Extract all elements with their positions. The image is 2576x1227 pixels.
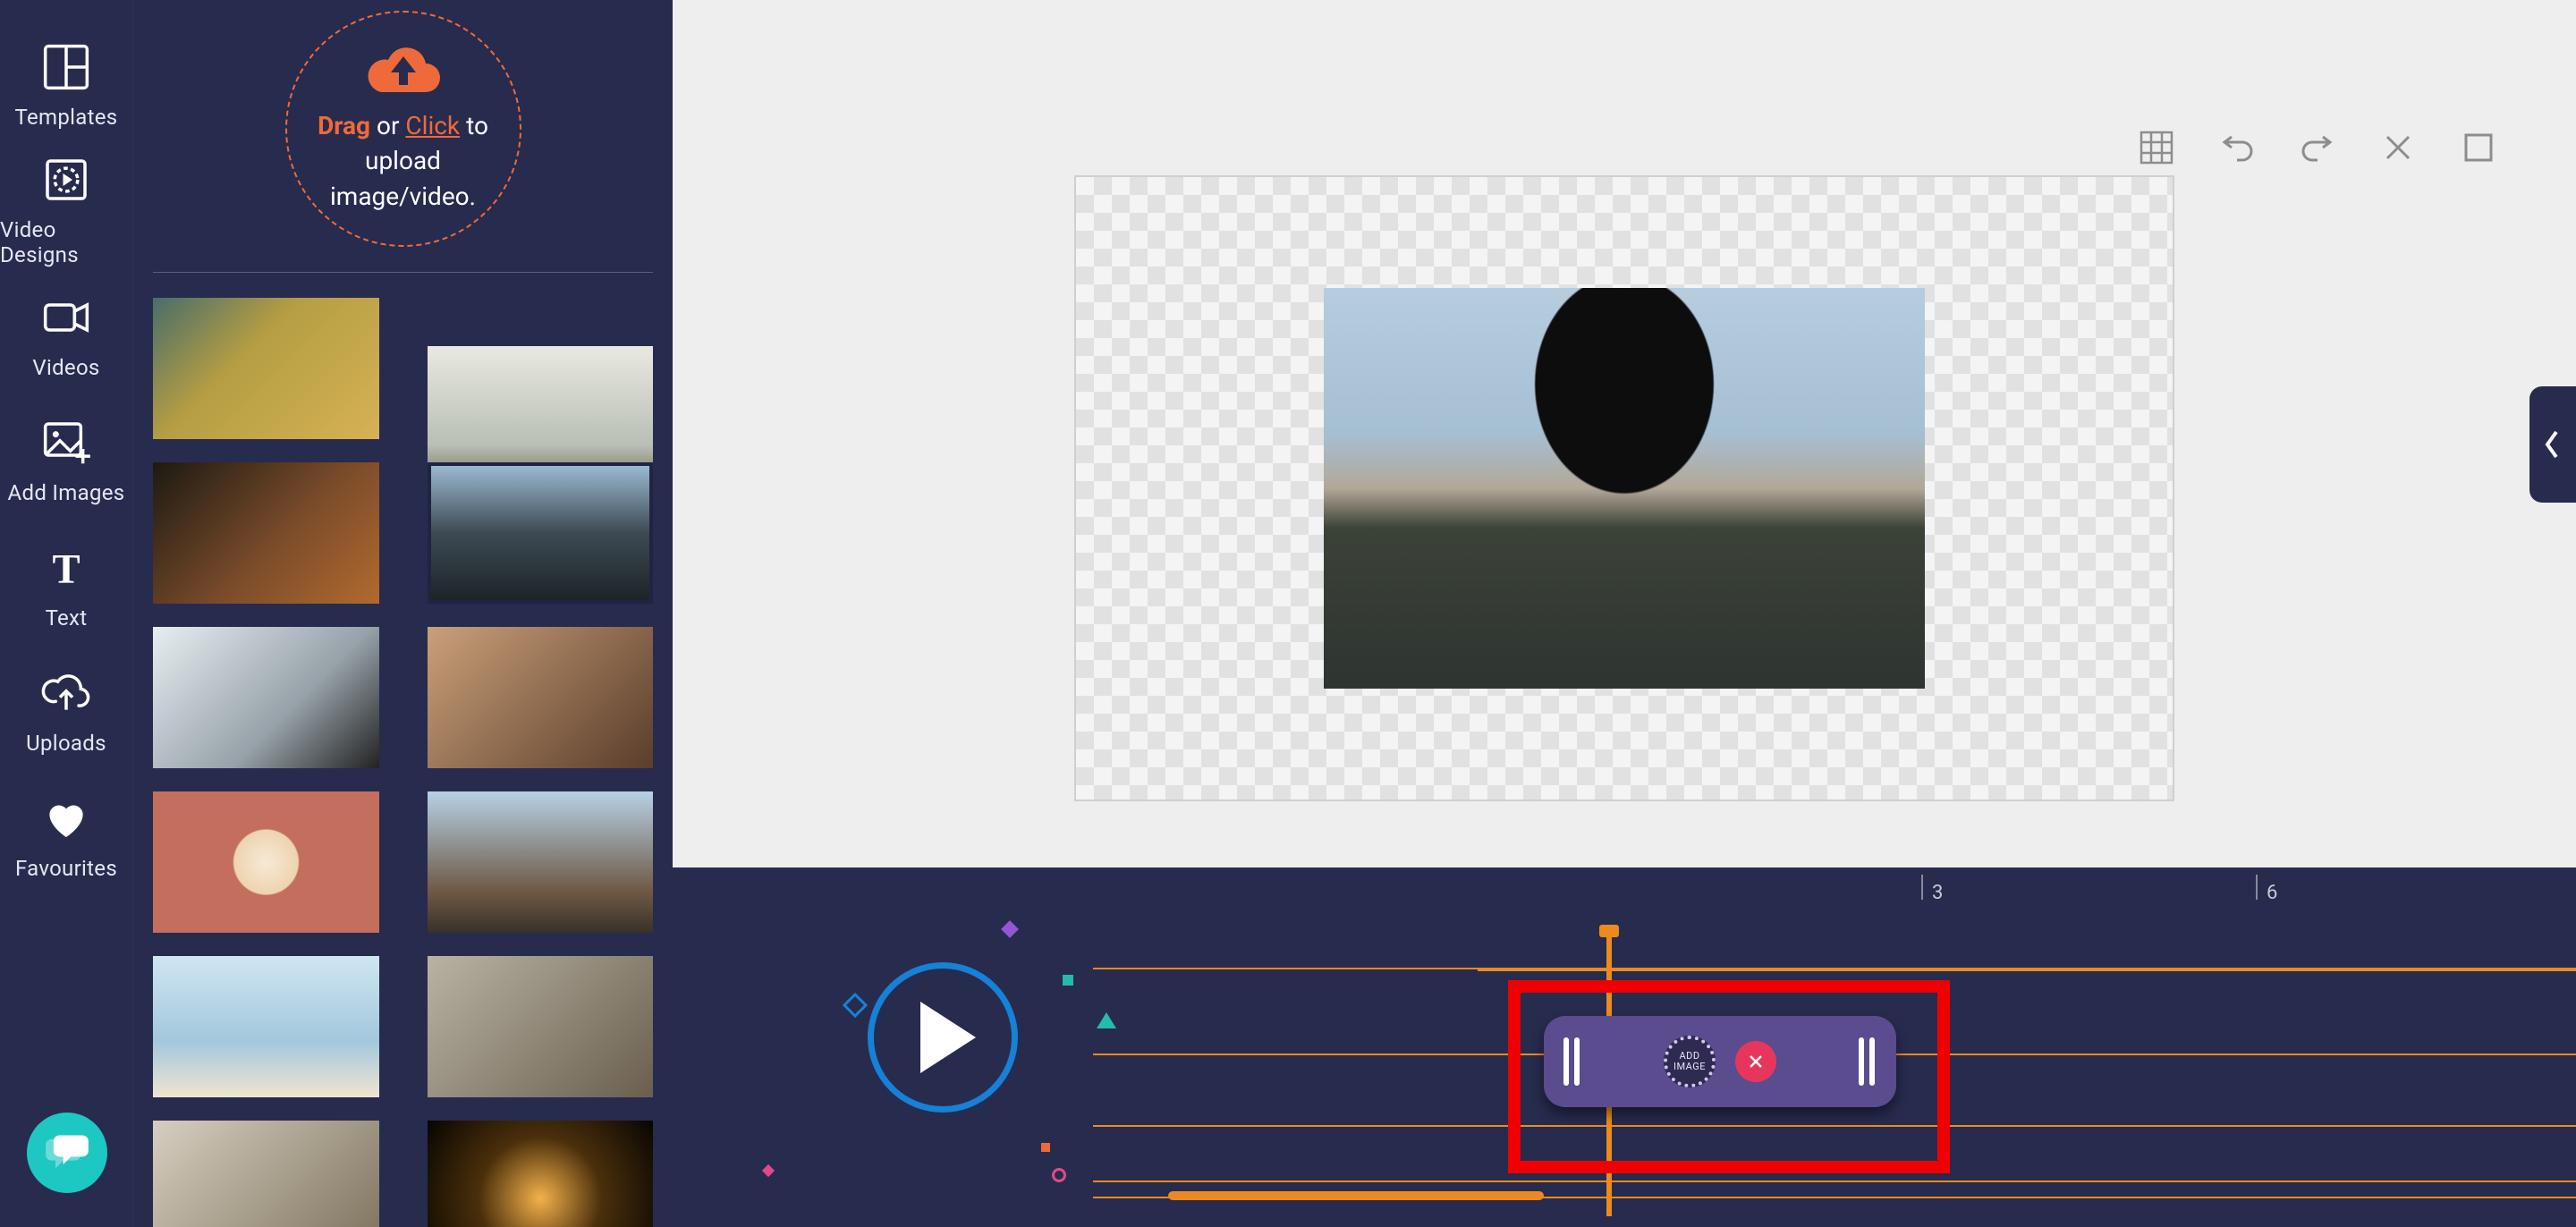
video-icon: [41, 292, 91, 343]
clip-handle-right[interactable]: [1859, 1037, 1877, 1086]
play-button[interactable]: [868, 962, 1018, 1113]
toolstrip-label: Uploads: [26, 731, 106, 756]
toolstrip-label: Videos: [32, 355, 99, 380]
grid-icon: [2139, 130, 2174, 165]
decoration-icon: [762, 1164, 775, 1177]
add-image-icon: [41, 418, 91, 468]
clip-delete-button[interactable]: [1735, 1041, 1776, 1082]
timeline-zone: 3 6 9 12 ADD IMAGE: [673, 867, 2576, 1227]
square-icon: [2461, 130, 2496, 165]
thumbnail[interactable]: [153, 791, 379, 933]
canvas-stage[interactable]: [1074, 175, 2174, 801]
grid-button[interactable]: [2136, 127, 2177, 168]
canvas-zone: [673, 0, 2576, 867]
chevron-left-icon: [2542, 428, 2563, 461]
track-line: [1093, 1180, 2576, 1182]
track-segment[interactable]: [1168, 1191, 1544, 1200]
svg-text:T: T: [52, 546, 80, 592]
redo-icon: [2300, 130, 2335, 165]
toolstrip-item-favourites[interactable]: Favourites: [0, 774, 132, 900]
close-icon: [1747, 1053, 1765, 1070]
decoration-icon: [1001, 920, 1019, 938]
main-area: 3 6 9 12 ADD IMAGE: [673, 0, 2576, 1227]
clip-add-image-button[interactable]: ADD IMAGE: [1664, 1036, 1716, 1087]
upload-dropzone[interactable]: Drag or Click to upload image/video.: [285, 11, 521, 247]
upload-line3: image/video.: [330, 179, 476, 214]
upload-kw-drag: Drag: [318, 111, 370, 140]
redo-button[interactable]: [2297, 127, 2338, 168]
thumbnail[interactable]: [153, 462, 379, 604]
decoration-icon: [1063, 975, 1073, 986]
upload-kw-click: Click: [405, 111, 460, 140]
toolstrip-label: Favourites: [15, 856, 117, 881]
uploads-icon: [41, 668, 91, 718]
cloud-upload-icon: [363, 44, 444, 108]
toolstrip-label: Templates: [15, 105, 118, 130]
ruler-mark: 3: [1932, 882, 1943, 904]
close-button[interactable]: [2377, 127, 2419, 168]
upload-kw-or: or: [377, 111, 399, 140]
thumbnail[interactable]: [153, 1121, 379, 1227]
undo-button[interactable]: [2216, 127, 2258, 168]
toolstrip-item-video-designs[interactable]: Video Designs: [0, 148, 132, 274]
toolstrip-label: Text: [46, 605, 88, 630]
uploads-panel: Drag or Click to upload image/video.: [132, 0, 673, 1227]
clip-handle-left[interactable]: [1563, 1037, 1581, 1086]
decoration-icon: [1041, 1143, 1050, 1152]
timeline-tracks[interactable]: ADD IMAGE: [1093, 927, 2576, 1216]
thumbnail[interactable]: [428, 627, 654, 768]
timeline-ruler[interactable]: 3 6 9 12: [1093, 875, 2576, 909]
toolstrip-label: Video Designs: [0, 217, 132, 267]
thumbnail[interactable]: [153, 298, 379, 439]
clip-add-image-label: ADD IMAGE: [1667, 1051, 1712, 1071]
thumbnail[interactable]: [153, 956, 379, 1097]
play-icon: [920, 1002, 976, 1073]
undo-icon: [2219, 130, 2255, 165]
templates-icon: [41, 42, 91, 92]
decoration-icon: [843, 993, 868, 1018]
thumbnail-grid: [153, 298, 653, 1227]
thumbnail[interactable]: [153, 627, 379, 768]
play-area: [809, 903, 1077, 1172]
track-segment[interactable]: [1478, 968, 2576, 971]
left-toolstrip: Templates Video Designs Videos Add Image…: [0, 0, 132, 1227]
thumbnail[interactable]: [428, 956, 654, 1097]
toolstrip-item-templates[interactable]: Templates: [0, 23, 132, 148]
toolstrip-label: Add Images: [8, 480, 125, 505]
ruler-mark: 6: [2267, 882, 2277, 904]
track-line: [1093, 1125, 2576, 1127]
toolstrip-item-uploads[interactable]: Uploads: [0, 649, 132, 774]
thumbnail[interactable]: [428, 791, 654, 933]
heart-icon: [41, 793, 91, 843]
toolstrip-item-videos[interactable]: Videos: [0, 274, 132, 399]
chat-icon: [44, 1130, 90, 1176]
upload-kw-to: to: [466, 111, 488, 140]
timeline-clip[interactable]: ADD IMAGE: [1544, 1016, 1896, 1107]
canvas-tools: [2136, 127, 2499, 168]
text-icon: T: [41, 543, 91, 593]
video-designs-icon: [41, 155, 91, 205]
thumbnail-selected[interactable]: [428, 462, 654, 604]
right-panel-toggle[interactable]: [2529, 386, 2576, 503]
toolstrip-item-text[interactable]: T Text: [0, 524, 132, 649]
upload-line2: upload: [365, 143, 441, 178]
close-icon: [2380, 130, 2416, 165]
decoration-icon: [1052, 1168, 1066, 1182]
fullscreen-button[interactable]: [2458, 127, 2499, 168]
thumbnail[interactable]: [428, 1121, 654, 1227]
stage-image[interactable]: [1324, 288, 1925, 689]
chat-button[interactable]: [27, 1113, 107, 1193]
toolstrip-item-add-images[interactable]: Add Images: [0, 399, 132, 524]
